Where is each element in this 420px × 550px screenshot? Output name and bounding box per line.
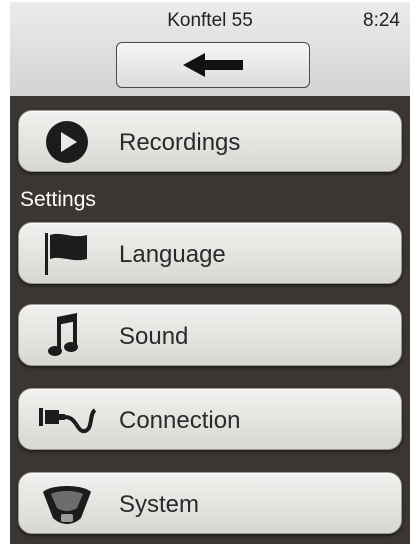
clock: 8:24 (363, 10, 400, 31)
settings-item-label: System (119, 491, 200, 518)
recordings-button[interactable]: Recordings (18, 110, 402, 172)
device-icon (37, 483, 97, 525)
cable-plug-icon (37, 399, 97, 441)
flag-icon (37, 233, 97, 275)
screen: Konftel 55 8:24 Recordings Settings Lang… (10, 2, 410, 544)
settings-item-system[interactable]: System (18, 472, 402, 534)
settings-item-label: Sound (119, 323, 189, 350)
settings-item-language[interactable]: Language (18, 222, 402, 284)
device-title: Konftel 55 (167, 10, 253, 31)
settings-item-label: Connection (119, 407, 241, 434)
recordings-label: Recordings (119, 129, 241, 156)
music-note-icon (37, 313, 97, 357)
settings-item-label: Language (119, 241, 226, 268)
settings-section-label: Settings (20, 188, 96, 211)
back-button[interactable] (116, 42, 310, 88)
play-icon (37, 121, 97, 163)
arrow-left-icon (183, 53, 243, 77)
header-bar: Konftel 55 8:24 (10, 2, 410, 96)
settings-item-connection[interactable]: Connection (18, 388, 402, 450)
settings-item-sound[interactable]: Sound (18, 304, 402, 366)
